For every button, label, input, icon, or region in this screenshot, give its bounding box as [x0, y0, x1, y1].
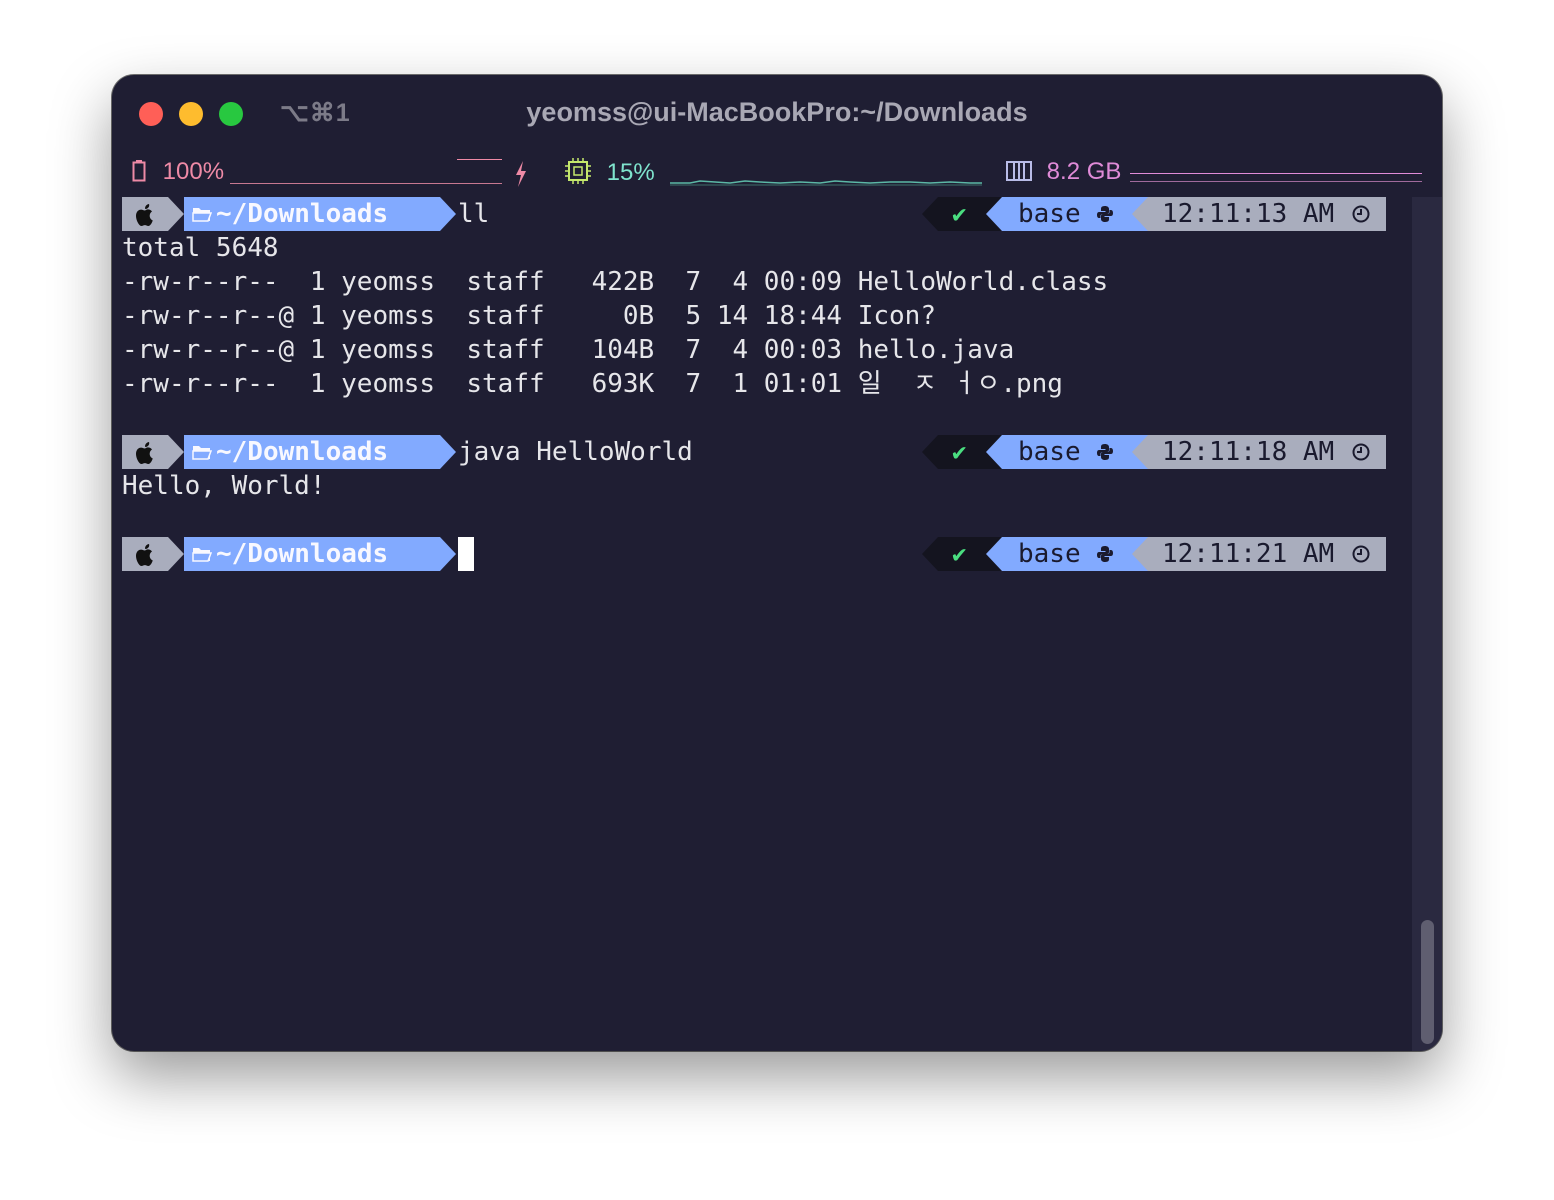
output-line: -rw-r--r--@ 1 yeomss staff 0B 5 14 18:44…: [122, 301, 936, 331]
battery-graph: [230, 183, 502, 184]
segment-separator: [168, 435, 184, 469]
os-segment: [122, 537, 168, 571]
text-cursor[interactable]: [458, 537, 474, 571]
segment-separator: [440, 537, 456, 571]
status-bar: 100% 15% 8.2 GB: [112, 155, 1442, 195]
window-title: yeomss@ui-MacBookPro:~/Downloads: [526, 97, 1028, 127]
check-icon: ✔: [952, 200, 967, 228]
segment-separator: [440, 197, 456, 231]
cpu-indicator: 15%: [564, 158, 655, 187]
python-icon: [1097, 444, 1113, 460]
folder-icon: [192, 548, 212, 562]
directory-label: ~/Downloads: [216, 199, 389, 229]
scrollbar-thumb[interactable]: [1421, 920, 1434, 1044]
segment-separator: [168, 197, 184, 231]
check-icon: ✔: [952, 438, 967, 466]
battery-icon: [132, 160, 146, 182]
clock-icon: [1352, 205, 1370, 223]
segment-separator: [168, 537, 184, 571]
directory-segment: ~/Downloads: [184, 537, 440, 571]
check-icon: ✔: [952, 540, 967, 568]
memory-indicator: 8.2 GB: [1006, 158, 1121, 186]
output-line: total 5648: [122, 233, 279, 263]
terminal-output[interactable]: ~/Downloads ll ✔ base 12:11:13 AM total …: [122, 197, 1387, 1047]
directory-label: ~/Downloads: [216, 437, 389, 467]
command-text: java HelloWorld: [458, 437, 693, 467]
conda-env: base: [1018, 437, 1081, 467]
apple-icon: [136, 544, 153, 566]
battery-graph-peak: [457, 159, 502, 160]
apple-icon: [136, 204, 153, 226]
command-text: ll: [458, 199, 490, 229]
title-bar: ⌥⌘1 yeomss@ui-MacBookPro:~/Downloads: [112, 75, 1442, 151]
apple-icon: [136, 442, 153, 464]
folder-icon: [192, 208, 212, 222]
memory-graph: [1130, 173, 1422, 174]
python-icon: [1097, 206, 1113, 222]
terminal-window: ⌥⌘1 yeomss@ui-MacBookPro:~/Downloads 100…: [112, 75, 1442, 1051]
memory-usage: 8.2 GB: [1046, 158, 1122, 185]
clock-icon: [1352, 545, 1370, 563]
python-icon: [1097, 546, 1113, 562]
directory-segment: ~/Downloads: [184, 435, 440, 469]
prompt-time: 12:11:13 AM: [1162, 199, 1335, 229]
charging-icon: [516, 161, 526, 187]
prompt-time: 12:11:21 AM: [1162, 539, 1335, 569]
battery-indicator: 100%: [132, 158, 224, 186]
os-segment: [122, 197, 168, 231]
directory-segment: ~/Downloads: [184, 197, 440, 231]
output-line: -rw-r--r-- 1 yeomss staff 693K 7 1 01:01…: [122, 369, 1063, 399]
clock-icon: [1352, 443, 1370, 461]
battery-percent: 100%: [162, 158, 225, 185]
os-segment: [122, 435, 168, 469]
cpu-percent: 15%: [606, 159, 655, 186]
conda-env: base: [1018, 539, 1081, 569]
cpu-icon: [565, 158, 591, 184]
prompt-time: 12:11:18 AM: [1162, 437, 1335, 467]
output-line: -rw-r--r-- 1 yeomss staff 422B 7 4 00:09…: [122, 267, 1109, 297]
memory-icon: [1006, 161, 1032, 181]
directory-label: ~/Downloads: [216, 539, 389, 569]
output-line: Hello, World!: [122, 471, 326, 501]
conda-env: base: [1018, 199, 1081, 229]
output-line: -rw-r--r--@ 1 yeomss staff 104B 7 4 00:0…: [122, 335, 1015, 365]
folder-icon: [192, 446, 212, 460]
memory-graph-base: [1130, 181, 1422, 182]
cpu-graph: [670, 180, 982, 186]
segment-separator: [440, 435, 456, 469]
